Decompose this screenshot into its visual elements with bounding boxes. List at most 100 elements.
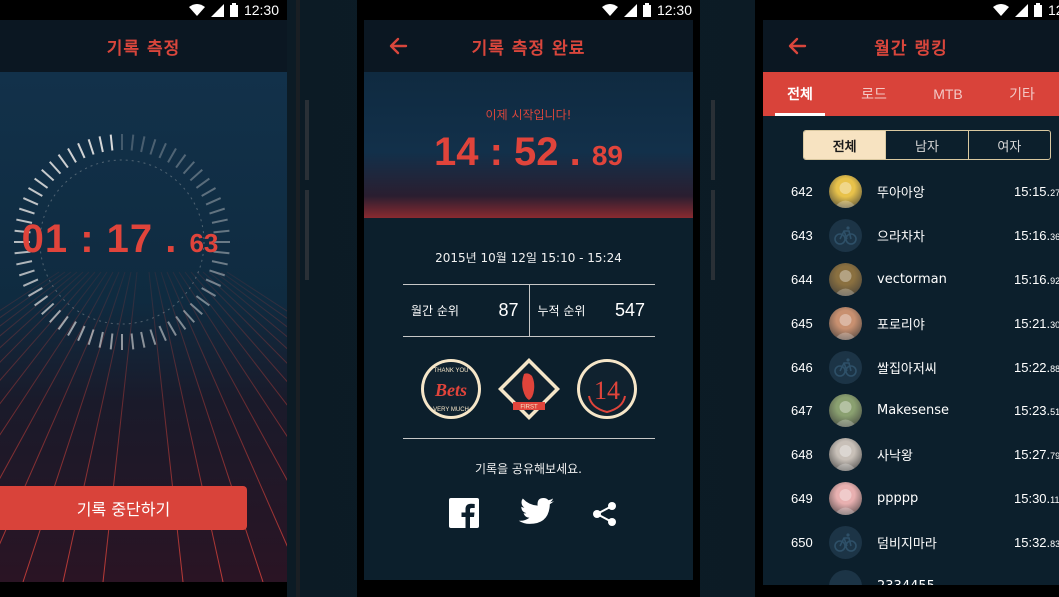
avatar <box>829 481 862 515</box>
timer-main: 01 : 17 . <box>21 217 190 261</box>
back-arrow-icon[interactable] <box>386 34 410 58</box>
user-photo-icon <box>834 401 857 428</box>
phone-button <box>305 100 309 180</box>
avatar <box>829 438 862 472</box>
fourteen-badge-number: 14 <box>594 376 620 405</box>
ranking-row[interactable]: 642 뚜아아앙 15:15.27 <box>763 170 1059 214</box>
app-bar: 기록 측정 완료 <box>364 20 693 72</box>
app-bar: 월간 랭킹 <box>763 20 1059 72</box>
filter-male[interactable]: 남자 <box>885 131 967 159</box>
battery-icon <box>642 3 651 17</box>
phone-button <box>711 190 715 280</box>
monthly-rank-value: 87 <box>498 300 519 320</box>
record-time: 15:32.83 <box>1014 535 1059 550</box>
thank-you-badge[interactable]: THANK YOU Bets VERY MUCH <box>421 359 481 419</box>
rider-name: 포로리야 <box>877 317 925 333</box>
total-rank-label: 누적 순위 <box>537 304 586 318</box>
record-time-fraction: 11 <box>1050 494 1059 505</box>
rider-name: 뚜아아앙 <box>877 186 925 202</box>
facebook-icon[interactable] <box>449 498 479 528</box>
phone-record-measuring: 12:30 기록 측정 01 : 17 . 63 기록 중단하기 <box>0 0 287 597</box>
ranking-row[interactable]: 646 쌀집아저씨 15:22.88 <box>763 345 1059 389</box>
page-title: 월간 랭킹 <box>874 38 948 59</box>
signal-icon <box>1014 3 1028 17</box>
record-screen: 01 : 17 . 63 기록 중단하기 <box>0 72 287 582</box>
record-time-main: 15:16. <box>1014 228 1051 244</box>
badge-top-text: THANK YOU <box>434 368 469 374</box>
rank-number: 649 <box>791 490 813 506</box>
user-photo-icon <box>834 269 857 296</box>
avatar <box>829 306 862 340</box>
record-time-fraction: 92 <box>1050 275 1059 286</box>
user-photo-icon <box>834 313 857 340</box>
ranking-row[interactable]: 644 vectorman 15:16.92 <box>763 258 1059 302</box>
screenshot-stage: 12:30 기록 측정 01 : 17 . 63 기록 중단하기 12:30 기… <box>0 0 1059 597</box>
avatar <box>829 569 862 585</box>
elapsed-timer: 01 : 17 . 63 <box>0 217 240 262</box>
monthly-rank-label: 월간 순위 <box>411 304 459 318</box>
share-prompt: 기록을 공유해보세요. <box>475 462 582 476</box>
tab-road[interactable]: 로드 <box>837 72 911 116</box>
record-time-fraction: 88 <box>1050 363 1059 374</box>
record-time-main: 15:15. <box>1014 184 1051 200</box>
tab-all[interactable]: 전체 <box>763 72 837 116</box>
record-time: 15:21.30 <box>1014 316 1059 331</box>
filter-all[interactable]: 전체 <box>804 131 886 159</box>
user-photo-icon <box>834 445 857 472</box>
ranking-row[interactable]: 645 포로리야 15:21.30 <box>763 301 1059 345</box>
bike-icon <box>834 533 857 552</box>
rank-summary: 월간 순위 87 누적 순위 547 <box>403 284 655 337</box>
wifi-icon <box>188 4 205 16</box>
app-bar: 기록 측정 <box>0 20 287 72</box>
avatar <box>829 350 862 384</box>
record-time-main: 15:22. <box>1014 359 1051 375</box>
record-time-fraction: 83 <box>1050 538 1059 549</box>
back-arrow-icon[interactable] <box>785 34 809 58</box>
ranking-row[interactable]: 643 으라차차 15:16.36 <box>763 214 1059 258</box>
rider-name: 으라차차 <box>877 230 925 246</box>
phone-edge <box>296 0 300 597</box>
record-time-fraction: 36 <box>1050 232 1059 243</box>
record-time: 15:15.27 <box>1014 184 1059 199</box>
tab-mtb[interactable]: MTB <box>911 72 985 116</box>
category-tabs: 전체 로드 MTB 기타 <box>763 72 1059 116</box>
rank-number: 647 <box>791 403 813 419</box>
ranking-row[interactable]: 648 사낙왕 15:27.79 <box>763 433 1059 477</box>
share-icon[interactable] <box>592 501 618 527</box>
bike-icon <box>834 226 857 245</box>
battery-icon <box>229 3 238 17</box>
record-time-main: 15:21. <box>1014 315 1051 331</box>
avatar <box>829 262 862 296</box>
signal-icon <box>210 3 224 17</box>
tab-etc[interactable]: 기타 <box>985 72 1059 116</box>
ranking-screen: 월간 랭킹 전체 로드 MTB 기타 전체 남자 여자 642 뚜아아앙 15:15… <box>763 20 1059 585</box>
stop-record-button[interactable]: 기록 중단하기 <box>0 486 247 530</box>
record-time-main: 15:32. <box>1014 534 1051 550</box>
user-photo-icon <box>834 488 857 515</box>
twitter-icon[interactable] <box>517 497 555 529</box>
total-rank-value: 547 <box>614 300 645 320</box>
rank-number: 648 <box>791 447 813 463</box>
ranking-row[interactable]: 649 ppppp 15:30.11 <box>763 477 1059 521</box>
record-time-fraction: 51 <box>1050 407 1059 418</box>
filter-female[interactable]: 여자 <box>967 131 1050 159</box>
phone-button <box>305 190 309 280</box>
user-photo-icon <box>834 182 857 209</box>
ranking-row[interactable]: 650 덤비지마라 15:32.83 <box>763 520 1059 564</box>
rank-number: 644 <box>791 271 813 287</box>
record-time: 15:22.88 <box>1014 360 1059 375</box>
record-time: 15:23.51 <box>1014 403 1059 418</box>
fourteen-badge[interactable]: 14 <box>577 359 637 419</box>
bike-icon <box>834 357 857 377</box>
gender-filter: 전체 남자 여자 <box>803 130 1051 160</box>
result-time-main: 14 : 52 . <box>433 130 592 174</box>
record-date: 2015년 10월 12일 15:10 - 15:24 <box>435 251 622 265</box>
status-time: 12:30 <box>243 2 279 18</box>
result-hero: 이제 시작입니다! 14 : 52 . 89 <box>364 72 693 218</box>
avatar <box>829 394 862 428</box>
avatar <box>829 525 862 559</box>
ranking-row-partial: 2334455 <box>763 564 1059 585</box>
rank-number: 645 <box>791 315 813 331</box>
ranking-row[interactable]: 647 Makesense 15:23.51 <box>763 389 1059 433</box>
first-badge[interactable]: FIRST <box>498 358 560 420</box>
